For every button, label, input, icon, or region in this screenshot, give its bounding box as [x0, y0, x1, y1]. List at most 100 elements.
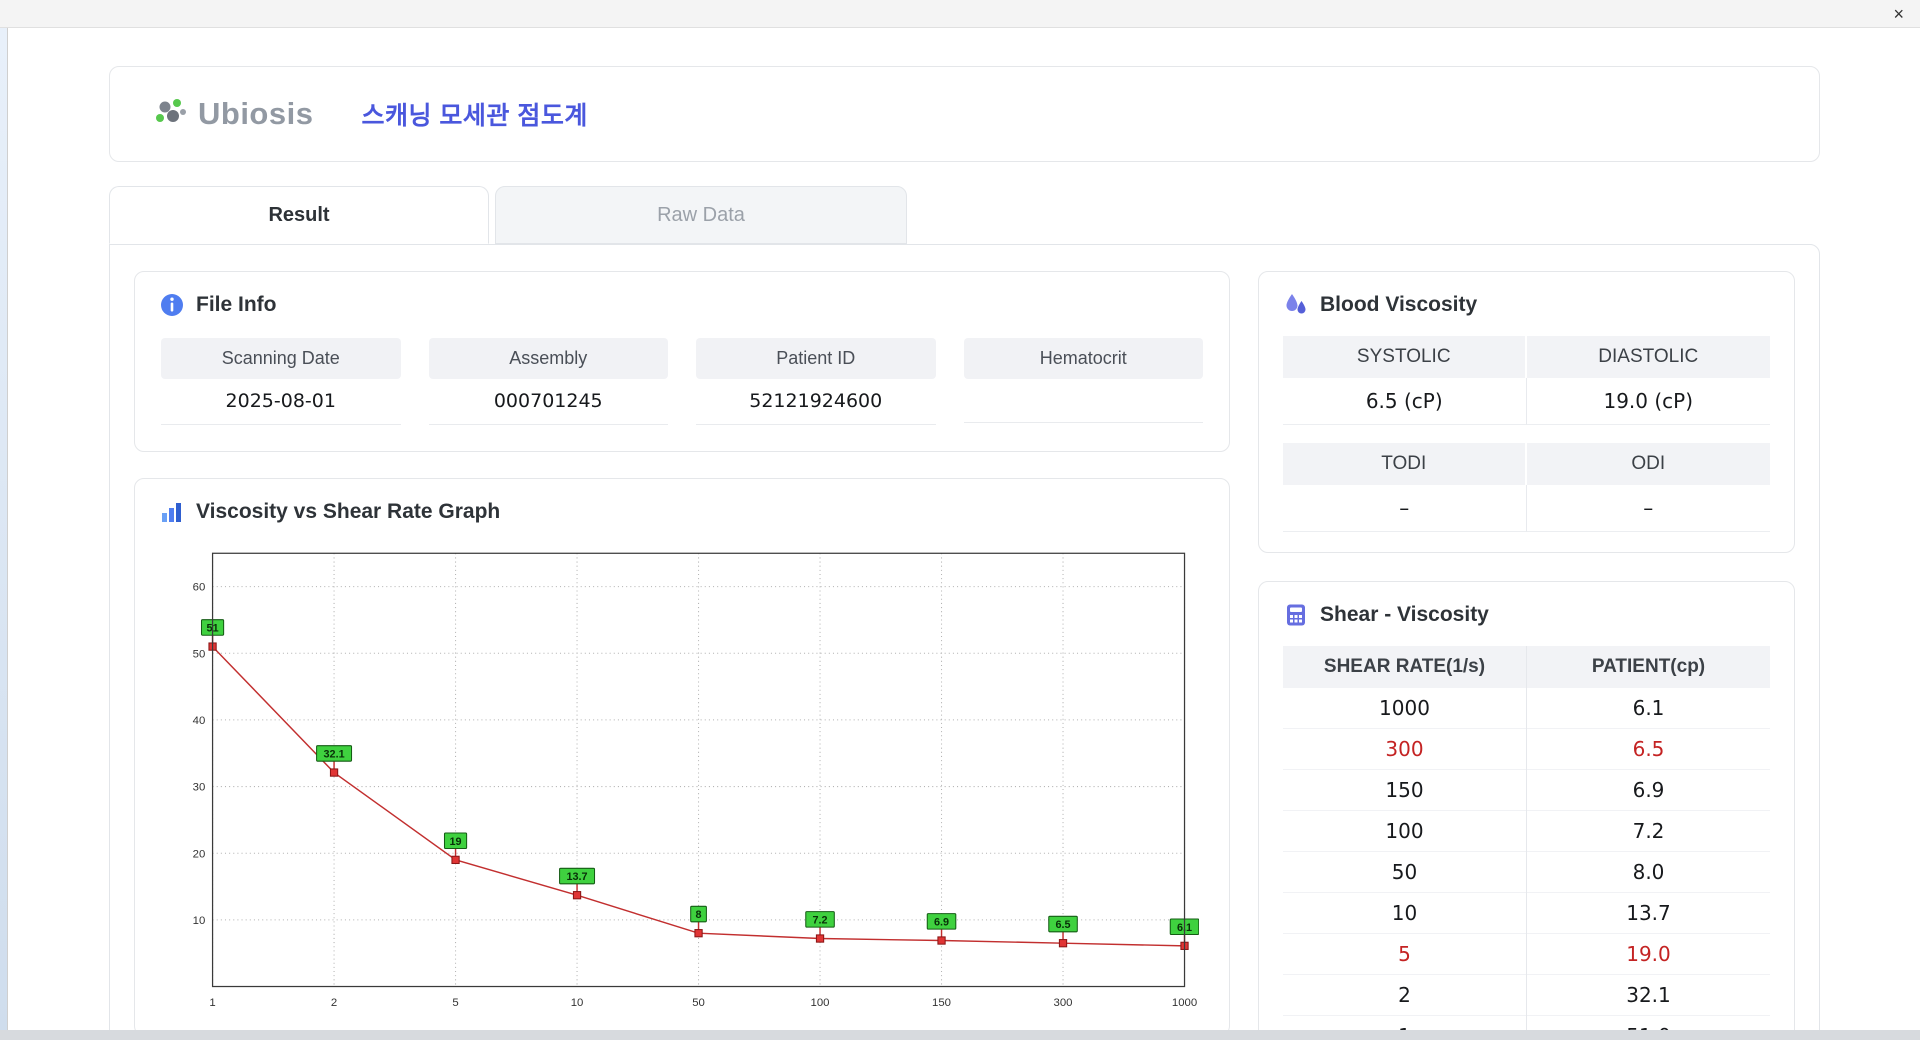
systolic-value: 6.5 (cP) [1283, 378, 1527, 425]
app-title: 스캐닝 모세관 점도계 [361, 102, 588, 130]
diastolic-value: 19.0 (cP) [1526, 378, 1770, 425]
file-info-field: Patient ID 52121924600 [696, 338, 936, 425]
patient-cell: 8.0 [1526, 851, 1770, 893]
field-label: Patient ID [696, 338, 936, 379]
table-row: 1 51.0 [1283, 1015, 1770, 1030]
svg-text:100: 100 [811, 997, 830, 1009]
viscosity-chart: 10 20 30 40 50 60 1 2 5 10 50 100 150 300 1000 51 32.1 19… [159, 543, 1205, 1015]
file-info-title: File Info [159, 292, 1205, 318]
field-label: Scanning Date [161, 338, 401, 379]
file-info-fields: Scanning Date 2025-08-01 Assembly 000701… [159, 336, 1205, 431]
odi-label: ODI [1526, 443, 1770, 485]
right-column: Blood Viscosity SYSTOLIC DIASTOLIC 6.5 (… [1258, 271, 1795, 1030]
field-value: 000701245 [428, 379, 668, 425]
patient-cell: 51.0 [1526, 1015, 1770, 1030]
svg-text:6.5: 6.5 [1055, 919, 1070, 931]
field-value: 2025-08-01 [161, 379, 401, 425]
svg-text:150: 150 [932, 997, 951, 1009]
window-left-edge [0, 28, 7, 1030]
table-row: 1000 6.1 [1283, 688, 1770, 729]
systolic-label: SYSTOLIC [1283, 336, 1527, 378]
svg-text:50: 50 [193, 648, 206, 660]
blood-viscosity-title-text: Blood Viscosity [1320, 293, 1478, 316]
file-info-field: Assembly 000701245 [428, 338, 668, 425]
patient-cell: 7.2 [1526, 810, 1770, 852]
info-icon [161, 294, 183, 316]
field-label: Assembly [428, 338, 668, 379]
svg-text:2: 2 [331, 997, 337, 1009]
table-row: 2 32.1 [1283, 974, 1770, 1016]
blood-viscosity-card: Blood Viscosity SYSTOLIC DIASTOLIC 6.5 (… [1258, 271, 1795, 553]
svg-text:1: 1 [209, 997, 215, 1009]
svg-text:32.1: 32.1 [324, 749, 345, 761]
diastolic-label: DIASTOLIC [1526, 336, 1770, 378]
svg-text:6.9: 6.9 [934, 917, 949, 929]
tab-raw-data[interactable]: Raw Data [495, 186, 907, 244]
shear-cell: 2 [1283, 974, 1527, 1016]
shear-viscosity-card: Shear - Viscosity SHEAR RATE(1/s) PATIEN… [1258, 581, 1795, 1030]
todi-label: TODI [1283, 443, 1527, 485]
file-info-field: Hematocrit [963, 338, 1203, 425]
svg-text:1000: 1000 [1172, 997, 1197, 1009]
tab-bar: Result Raw Data [109, 186, 1820, 244]
svg-text:7.2: 7.2 [812, 915, 827, 927]
svg-text:60: 60 [193, 582, 206, 594]
droplets-icon [1286, 294, 1306, 314]
shear-cell: 1 [1283, 1015, 1527, 1030]
shear-cell: 150 [1283, 769, 1527, 811]
window-titlebar: × [0, 0, 1920, 28]
field-value [963, 379, 1203, 423]
file-info-title-text: File Info [196, 293, 277, 316]
field-label: Hematocrit [963, 338, 1203, 379]
patient-cell: 13.7 [1526, 892, 1770, 934]
graph-title: Viscosity vs Shear Rate Graph [159, 499, 1205, 525]
todi-value: – [1283, 485, 1527, 532]
svg-text:50: 50 [692, 997, 705, 1009]
odi-value: – [1526, 485, 1770, 532]
shear-cell: 5 [1283, 933, 1527, 975]
shear-cell: 10 [1283, 892, 1527, 934]
window-close-button[interactable]: × [1893, 3, 1904, 25]
svg-text:30: 30 [193, 782, 206, 794]
shear-viscosity-table: SHEAR RATE(1/s) PATIENT(cp) 1000 6.1 300… [1283, 646, 1770, 1030]
patient-cell: 19.0 [1526, 933, 1770, 975]
patient-cell: 6.1 [1632, 696, 1665, 720]
shear-cell: 1000 [1283, 688, 1527, 729]
main-panel: Ubiosis 스캐닝 모세관 점도계 Result Raw Data File… [7, 28, 1920, 1030]
table-row: 10 13.7 [1283, 892, 1770, 934]
svg-text:13.7: 13.7 [566, 871, 587, 883]
header-card: Ubiosis 스캐닝 모세관 점도계 [109, 66, 1820, 162]
patient-cell: 6.9 [1526, 769, 1770, 811]
calculator-icon [1287, 604, 1305, 626]
svg-text:40: 40 [193, 715, 206, 727]
graph-title-text: Viscosity vs Shear Rate Graph [196, 500, 501, 523]
patient-cell: 32.1 [1526, 974, 1770, 1016]
svg-text:20: 20 [193, 848, 206, 860]
shear-table-body: 1000 6.1 300 6.5 150 6.9 100 7.2 50 8.0 … [1283, 688, 1770, 1030]
svg-text:8: 8 [696, 909, 702, 921]
content-card: File Info Scanning Date 2025-08-01 Assem… [109, 244, 1820, 1030]
shear-table-header-row: SHEAR RATE(1/s) PATIENT(cp) [1283, 646, 1770, 688]
left-column: File Info Scanning Date 2025-08-01 Assem… [134, 271, 1230, 1030]
svg-text:19: 19 [450, 836, 462, 848]
svg-text:5: 5 [452, 997, 458, 1009]
bar-chart-icon [162, 503, 181, 522]
shear-cell: 50 [1283, 851, 1527, 893]
shear-cell: 300 [1283, 728, 1527, 770]
logo-dots-icon [156, 99, 186, 122]
svg-text:10: 10 [193, 915, 206, 927]
tab-result[interactable]: Result [109, 186, 489, 244]
shear-viscosity-title-text: Shear - Viscosity [1320, 603, 1489, 626]
bv-spacer [1283, 425, 1770, 443]
ubiosis-logo: Ubiosis [152, 96, 313, 132]
file-info-field: Scanning Date 2025-08-01 [161, 338, 401, 425]
patient-column-header: PATIENT(cp) [1526, 646, 1770, 688]
patient-cell: 6.5 [1526, 728, 1770, 770]
svg-text:10: 10 [571, 997, 584, 1009]
blood-viscosity-grid: SYSTOLIC DIASTOLIC 6.5 (cP) 19.0 (cP) TO… [1283, 336, 1770, 532]
blood-viscosity-title: Blood Viscosity [1283, 292, 1770, 318]
shear-viscosity-title: Shear - Viscosity [1283, 602, 1770, 628]
field-value: 52121924600 [696, 379, 936, 425]
file-info-card: File Info Scanning Date 2025-08-01 Assem… [134, 271, 1230, 452]
table-row: 50 8.0 [1283, 851, 1770, 893]
